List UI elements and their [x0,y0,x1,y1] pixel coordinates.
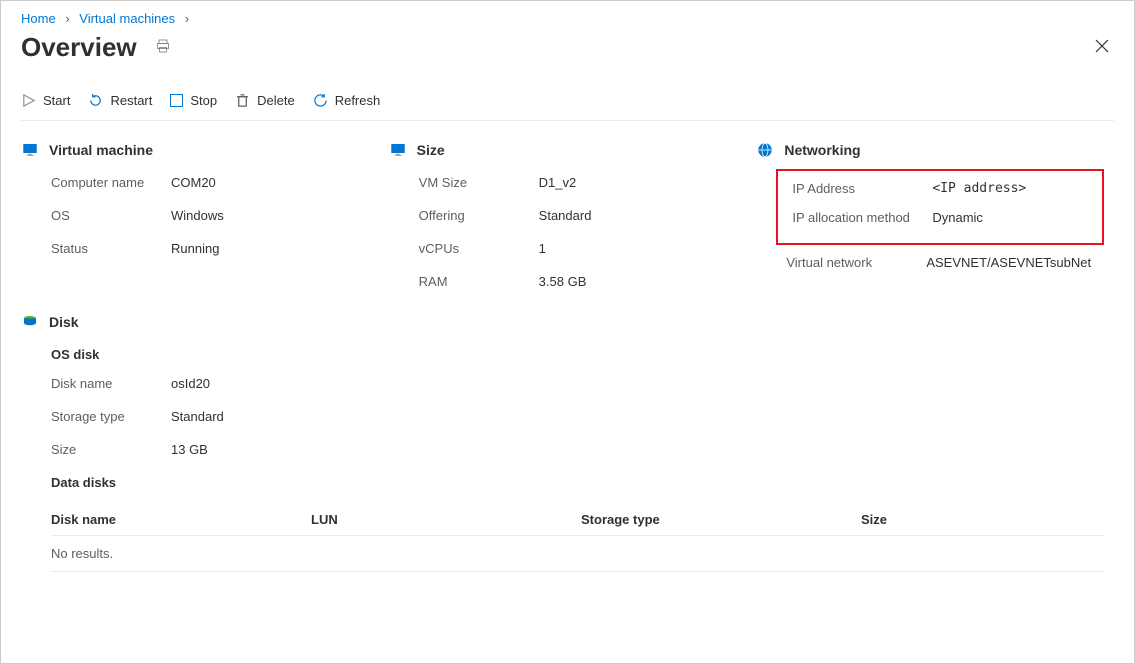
offering-label: Offering [419,208,529,223]
data-disks-table: Disk name LUN Storage type Size No resul… [51,504,1104,572]
restart-button[interactable]: Restart [88,91,152,110]
vm-section: Virtual machine Computer name COM20 OS Win… [21,141,379,307]
toolbar: Start Restart Stop Delete Refresh [21,81,1114,121]
networking-highlight-box: IP Address <IP address> IP allocation met… [776,169,1104,245]
os-disk-header: OS disk [51,347,1114,362]
vcpus-value: 1 [539,241,546,256]
table-header-row: Disk name LUN Storage type Size [51,504,1104,536]
print-button[interactable] [151,34,175,61]
monitor-icon [389,141,407,159]
no-results-text: No results. [51,546,113,561]
restart-icon [88,93,103,108]
breadcrumb: Home › Virtual machines › [21,11,1114,26]
ram-value: 3.58 GB [539,274,587,289]
breadcrumb-virtual-machines[interactable]: Virtual machines [79,11,175,26]
refresh-button[interactable]: Refresh [313,91,381,110]
storage-type-value: Standard [171,409,224,424]
col-size: Size [861,512,1104,527]
status-label: Status [51,241,161,256]
vnet-value: ASEVNET/ASEVNETsubNet [926,255,1091,270]
networking-section: Networking IP Address <IP address> IP all… [756,141,1114,307]
start-label: Start [43,93,70,108]
table-row-empty: No results. [51,536,1104,572]
ip-address-label: IP Address [792,181,922,196]
refresh-label: Refresh [335,93,381,108]
disk-size-label: Size [51,442,161,457]
chevron-right-icon: › [65,11,69,26]
ip-alloc-value: Dynamic [932,210,983,225]
globe-icon [756,141,774,159]
computer-name-label: Computer name [51,175,161,190]
ip-alloc-label: IP allocation method [792,210,922,225]
disk-header: Disk [49,314,79,330]
stop-button[interactable]: Stop [170,91,217,110]
size-section: Size VM Size D1_v2 Offering Standard vCPUs… [389,141,747,307]
os-value: Windows [171,208,224,223]
stop-label: Stop [190,93,217,108]
vmsize-label: VM Size [419,175,529,190]
networking-header: Networking [784,142,860,158]
col-storage-type: Storage type [581,512,861,527]
os-label: OS [51,208,161,223]
trash-icon [235,93,250,108]
vm-header: Virtual machine [49,142,153,158]
ip-address-value: <IP address> [932,181,1026,196]
col-lun: LUN [311,512,581,527]
ram-label: RAM [419,274,529,289]
vcpus-label: vCPUs [419,241,529,256]
disk-size-value: 13 GB [171,442,208,457]
play-icon [21,93,36,108]
col-disk-name: Disk name [51,512,311,527]
breadcrumb-home[interactable]: Home [21,11,56,26]
delete-label: Delete [257,93,295,108]
disk-name-value: osId20 [171,376,210,391]
chevron-right-icon: › [185,11,189,26]
disk-section: Disk OS disk Disk name osId20 Storage typ… [21,313,1114,572]
page-title: Overview [21,32,137,63]
start-button[interactable]: Start [21,91,70,110]
disk-name-label: Disk name [51,376,161,391]
vnet-label: Virtual network [786,255,916,270]
close-icon [1094,38,1110,54]
close-button[interactable] [1090,34,1114,61]
data-disks-header: Data disks [51,475,1114,490]
monitor-icon [21,141,39,159]
disk-icon [21,313,39,331]
refresh-icon [313,93,328,108]
print-icon [155,38,171,54]
status-value: Running [171,241,219,256]
offering-value: Standard [539,208,592,223]
restart-label: Restart [110,93,152,108]
computer-name-value: COM20 [171,175,216,190]
size-header: Size [417,142,445,158]
storage-type-label: Storage type [51,409,161,424]
vmsize-value: D1_v2 [539,175,577,190]
delete-button[interactable]: Delete [235,91,295,110]
stop-icon [170,94,183,107]
